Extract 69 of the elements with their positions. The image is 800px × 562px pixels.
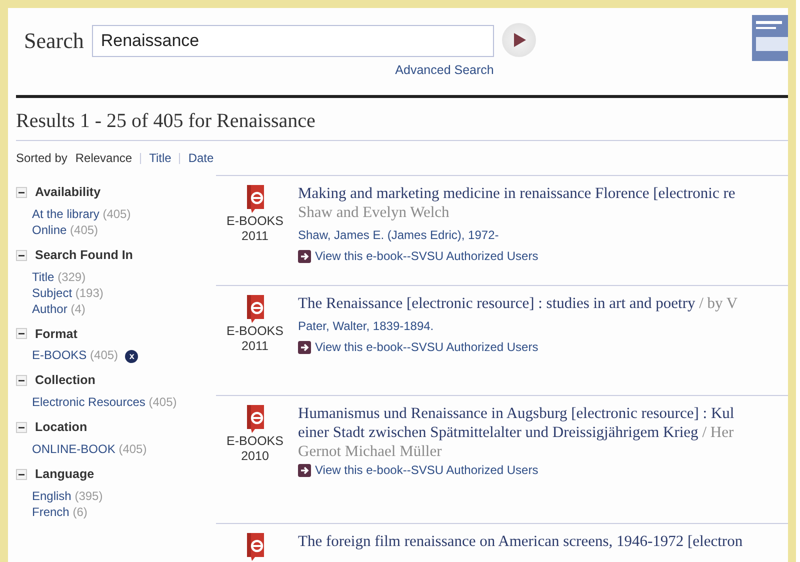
result-title[interactable]: einer Stadt zwischen Spätmittelalter und Dreissigjährigem Krieg <box>298 424 698 441</box>
facet-count: (405) <box>118 442 147 456</box>
facet-heading[interactable]: Location <box>35 418 88 437</box>
collapse-icon[interactable] <box>16 468 27 480</box>
format-label: E-BOOKS <box>226 434 284 449</box>
sort-option[interactable]: Relevance <box>75 149 132 167</box>
facet-link[interactable]: ONLINE-BOOK <box>32 442 116 456</box>
view-ebook-link[interactable]: View this e-book--SVSU Authorized Users <box>315 338 538 356</box>
sort-option[interactable]: Title <box>149 149 172 167</box>
facet-count: (4) <box>70 302 86 316</box>
logo-icon <box>752 15 788 61</box>
arrow-icon <box>298 250 311 262</box>
collapse-icon[interactable] <box>16 375 27 386</box>
facet-count: (329) <box>58 270 86 284</box>
facet-link[interactable]: Electronic Resources <box>32 395 146 409</box>
collapse-icon[interactable] <box>16 422 27 433</box>
facet-heading[interactable]: Search Found In <box>35 246 133 264</box>
arrow-icon <box>298 464 311 476</box>
byline: Shaw and Evelyn Welch <box>298 204 450 221</box>
results-heading: Results 1 - 25 of 405 for Renaissance <box>16 109 316 134</box>
ebook-icon <box>244 184 266 214</box>
byline: Gernot Michael Müller <box>298 443 442 460</box>
year-label: 2011 <box>240 229 270 244</box>
facet-link[interactable]: Author <box>32 302 68 316</box>
format-label: E-BOOKS <box>226 324 284 339</box>
year-label: 2011 <box>240 339 270 354</box>
facet-heading[interactable]: Collection <box>35 371 96 390</box>
creator-link[interactable]: Pater, Walter, 1839-1894. <box>298 317 434 335</box>
year-label: 2010 <box>240 449 270 464</box>
result-title[interactable]: Humanismus und Renaissance in Augsburg [electronic resource] : Kul <box>298 405 734 422</box>
facet-count: (405) <box>102 206 131 221</box>
result-title[interactable]: The foreign film renaissance on American screens, 1946-1972 [electron <box>298 533 743 550</box>
facet-heading[interactable]: Format <box>35 324 78 344</box>
format-label: E-BOOKS <box>226 214 284 229</box>
creator-link[interactable]: Shaw, James E. (James Edric), 1972- <box>298 226 499 244</box>
result-title[interactable]: The Renaissance [electronic resource] : studies in art and poetry <box>298 295 696 312</box>
search-label: Search <box>24 27 84 55</box>
collapse-icon[interactable] <box>16 186 27 198</box>
view-ebook-link[interactable]: View this e-book--SVSU Authorized Users <box>315 247 538 265</box>
sort-option[interactable]: Date <box>188 149 214 167</box>
facet-heading[interactable]: Availability <box>35 183 101 202</box>
facet-count: (405) <box>148 395 177 409</box>
facet-link[interactable]: Online <box>32 222 67 237</box>
remove-filter-button[interactable]: x <box>125 350 138 364</box>
facet-link[interactable]: English <box>32 488 72 502</box>
facet-count: (405) <box>90 348 118 362</box>
ebook-icon <box>244 294 266 324</box>
facet-heading[interactable]: Language <box>35 464 94 484</box>
result-title[interactable]: Making and marketing medicine in renaissance Florence [electronic re <box>298 185 736 202</box>
facet-link[interactable]: E-BOOKS <box>32 348 87 362</box>
collapse-icon[interactable] <box>16 328 27 340</box>
search-button[interactable] <box>502 23 536 57</box>
view-ebook-link[interactable]: View this e-book--SVSU Authorized Users <box>315 461 538 479</box>
facet-link[interactable]: At the library <box>32 206 100 221</box>
advanced-search-link[interactable]: Advanced Search <box>395 61 494 80</box>
facet-count: (395) <box>74 488 103 502</box>
facet-count: (193) <box>75 286 104 300</box>
facet-link[interactable]: French <box>32 504 70 518</box>
facet-link[interactable]: Title <box>32 270 54 284</box>
sort-label: Sorted by <box>16 150 68 167</box>
search-field[interactable]: Renaissance <box>92 24 494 56</box>
ebook-icon <box>244 404 266 434</box>
facet-count: (405) <box>70 222 98 237</box>
facet-link[interactable]: Subject <box>32 286 72 300</box>
facet-count: (6) <box>72 504 88 518</box>
collapse-icon[interactable] <box>16 250 27 261</box>
arrow-icon <box>298 340 311 354</box>
byline: / by V <box>699 295 738 312</box>
byline: / Her <box>702 424 734 441</box>
